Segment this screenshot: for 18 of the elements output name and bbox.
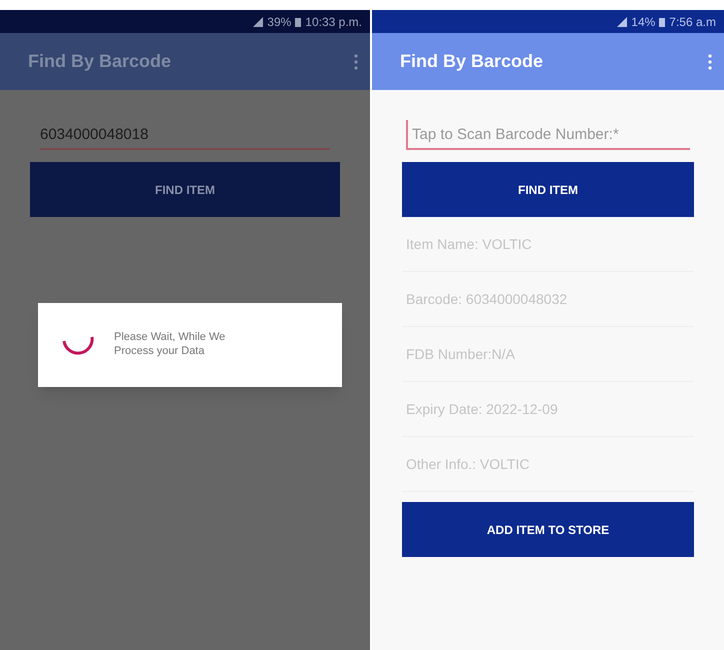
find-item-button[interactable]: FIND ITEM (402, 162, 694, 217)
battery-level: 14% (631, 14, 656, 30)
barcode-field[interactable]: Tap to Scan Barcode Number:* (406, 120, 690, 150)
battery-level: 39% (267, 14, 292, 30)
app-title: Find By Barcode (28, 50, 172, 73)
battery-icon (659, 16, 666, 26)
more-options-icon[interactable] (708, 54, 712, 70)
find-item-button[interactable]: FIND ITEM (30, 162, 340, 217)
add-item-button[interactable]: ADD ITEM TO STORE (402, 502, 694, 557)
clock: 7:56 a.m (669, 14, 716, 30)
loading-spinner-icon (62, 335, 94, 355)
more-options-icon[interactable] (354, 54, 358, 70)
signal-icon (617, 16, 628, 26)
clock: 10:33 p.m. (305, 14, 362, 30)
signal-icon (253, 16, 264, 26)
battery-icon (295, 16, 302, 26)
app-title: Find By Barcode (400, 50, 544, 73)
dialog-message: Please Wait, While We Process your Data (114, 331, 226, 359)
